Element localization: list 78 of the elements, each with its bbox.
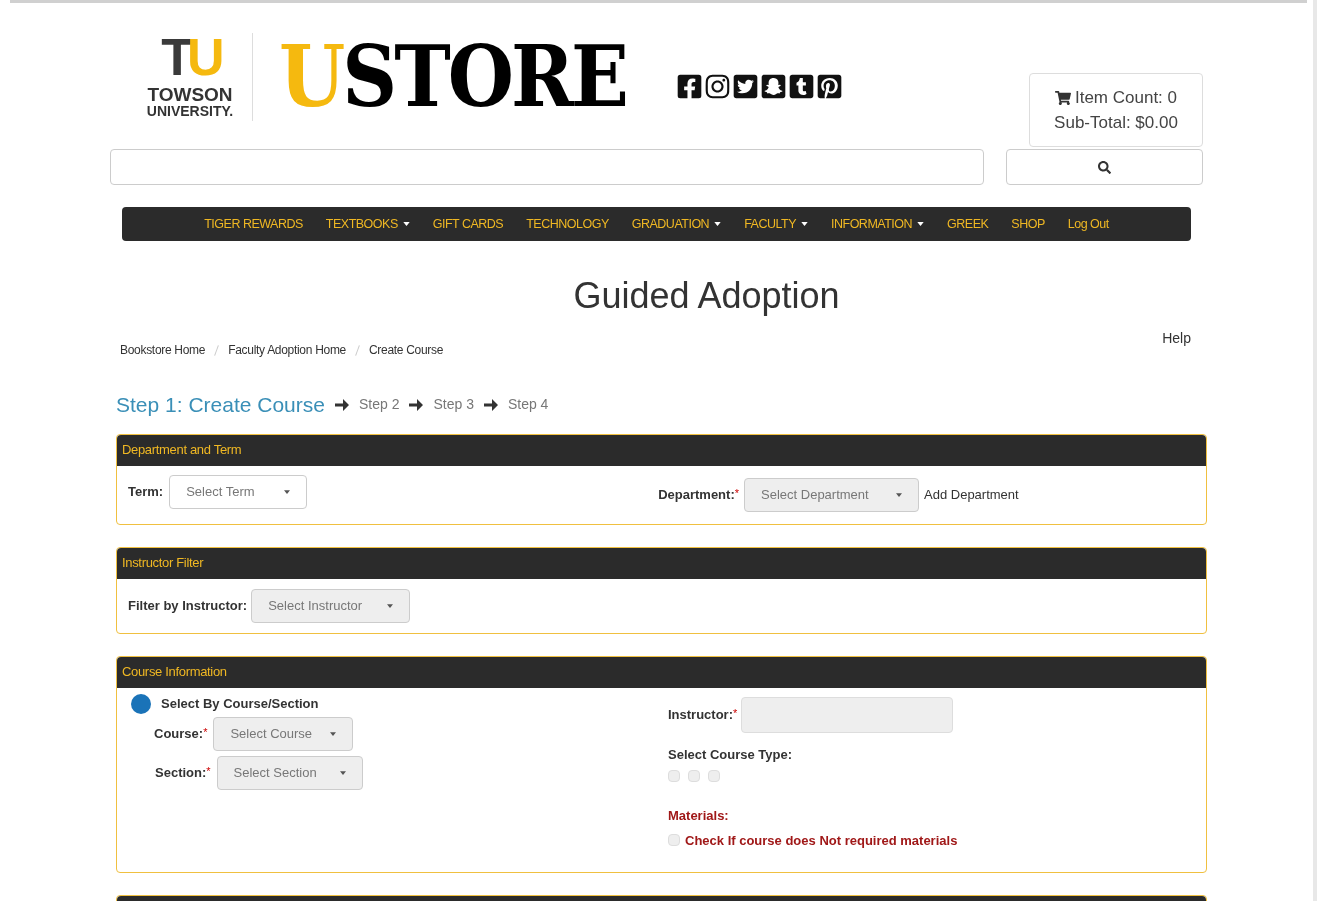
radio-label: Select By Course/Section: [161, 694, 319, 713]
caret-icon: [330, 731, 337, 736]
arrow-icon: [334, 398, 349, 411]
caret-icon: [917, 222, 925, 226]
panel-title: Department and Term: [122, 441, 242, 460]
radio-button[interactable]: [131, 693, 151, 714]
breadcrumb-link[interactable]: Bookstore Home: [120, 341, 206, 359]
snapchat-icon[interactable]: [760, 73, 787, 100]
checkbox[interactable]: [688, 770, 700, 782]
field-label: Term:: [128, 482, 164, 501]
caret-icon: [339, 770, 346, 775]
nav-link[interactable]: SHOP: [1011, 214, 1045, 234]
caret-icon: [284, 489, 291, 494]
logo-text: UNIVERSITY.: [146, 104, 234, 118]
field-label: Course:: [154, 724, 204, 743]
select-dropdown[interactable]: Select Term: [169, 474, 308, 509]
twitter-icon[interactable]: [732, 73, 759, 100]
step-label: Step 2: [358, 395, 400, 415]
caret-icon: [402, 222, 410, 226]
caret-icon: [801, 222, 808, 226]
instructor-field[interactable]: [741, 696, 954, 733]
checkbox[interactable]: [708, 770, 720, 782]
panel-title: Instructor Filter: [122, 554, 204, 573]
required-mark: *: [206, 763, 211, 779]
checkbox[interactable]: [668, 770, 680, 782]
arrow-icon: [483, 398, 498, 411]
nav-link[interactable]: GREEK: [947, 214, 989, 234]
cart-icon: [1054, 89, 1071, 106]
help-link[interactable]: Help: [1162, 328, 1191, 349]
nav-link[interactable]: TEXTBOOKS: [325, 214, 410, 234]
select-dropdown[interactable]: Select Course: [213, 716, 354, 751]
logo-letter: U: [187, 31, 219, 83]
logo-text: TOWSON: [147, 85, 233, 104]
course-type-label: Select Course Type:: [668, 745, 794, 764]
search-field[interactable]: [110, 149, 984, 185]
university-logo[interactable]: TU TOWSON UNIVERSITY.: [140, 31, 240, 118]
required-mark: *: [733, 705, 738, 721]
caret-icon: [714, 222, 722, 226]
checkbox[interactable]: [668, 834, 680, 847]
field-label: Filter by Instructor:: [128, 596, 248, 615]
required-mark: *: [203, 724, 208, 740]
pinterest-icon[interactable]: [816, 73, 843, 100]
logo-letter: T: [161, 31, 188, 83]
page-title: Guided Adoption: [572, 278, 841, 314]
step-label: Step 3: [433, 395, 474, 415]
checkbox-label: Check If course does Not required materials: [685, 831, 958, 850]
search-icon: [1098, 160, 1111, 174]
nav-link[interactable]: TECHNOLOGY: [526, 214, 609, 234]
nav-link[interactable]: INFORMATION: [831, 214, 925, 234]
select-dropdown[interactable]: Select Section: [216, 755, 363, 790]
store-logo[interactable]: USTORE: [279, 35, 626, 119]
tumblr-icon[interactable]: [788, 73, 815, 100]
select-dropdown[interactable]: Select Instructor: [251, 588, 411, 623]
facebook-icon[interactable]: [676, 73, 703, 100]
breadcrumb-link[interactable]: Create Course: [368, 341, 444, 359]
field-label: Section:: [155, 763, 207, 782]
materials-label: Materials:: [668, 807, 730, 825]
caret-icon: [896, 492, 902, 497]
step-label: Step 1: Create Course: [116, 392, 325, 418]
field-label: Instructor:: [668, 705, 733, 724]
cart-summary[interactable]: Item Count: 0 Sub-Total: $0.00: [1029, 73, 1203, 147]
nav-link[interactable]: TIGER REWARDS: [204, 214, 303, 234]
breadcrumb-link[interactable]: Faculty Adoption Home: [228, 341, 346, 359]
instagram-icon[interactable]: [704, 73, 731, 100]
subtotal: Sub-Total: $0.00: [1054, 112, 1178, 134]
caret-icon: [387, 603, 394, 608]
field-label: Department:: [658, 485, 735, 504]
required-mark: *: [734, 485, 739, 499]
panel-title: Course Information: [122, 663, 227, 682]
step-label: Step 4: [507, 395, 549, 415]
nav-link[interactable]: GIFT CARDS: [432, 214, 504, 234]
select-dropdown[interactable]: Select Department: [744, 477, 919, 512]
arrow-icon: [409, 398, 424, 411]
nav-link[interactable]: FACULTY: [744, 214, 808, 234]
nav-link[interactable]: Log Out: [1067, 214, 1109, 234]
add-department-link[interactable]: Add Department: [924, 484, 1019, 505]
nav-link[interactable]: GRADUATION: [631, 214, 722, 234]
item-count: Item Count: 0: [1074, 87, 1178, 109]
